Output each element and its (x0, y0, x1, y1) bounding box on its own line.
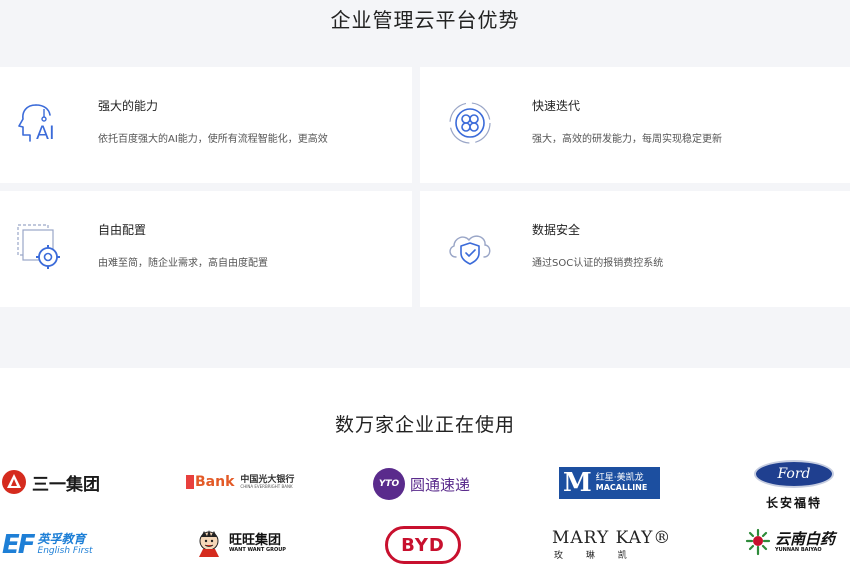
advantages-section: 企业管理云平台优势 AI 强大的能力 依托百度强大的AI能力，使所有流程智能化，… (0, 0, 850, 368)
logo-text: 旺旺集团 (229, 533, 282, 549)
card-title: 强大的能力 (98, 99, 159, 113)
advantage-card-iterate: 快速迭代 强大，高效的研发能力，每周实现稳定更新 (420, 67, 850, 183)
logo-sany: 三一集团 (0, 468, 100, 496)
logo-text: 英孚教育 (37, 532, 86, 547)
card-description: 依托百度强大的AI能力，使所有流程智能化，更高效 (98, 134, 328, 145)
logo-text: 圆通速递 (410, 475, 471, 494)
logo-subtext: 玫 琳 凯 (554, 551, 637, 561)
logo-text: 三一集团 (32, 474, 100, 495)
byd-oval-icon: BYD (385, 526, 461, 564)
advantage-card-security: 数据安全 通过SOC认证的报销费控系统 (420, 191, 850, 307)
ford-oval-icon: Ford (754, 460, 834, 488)
advantages-title: 企业管理云平台优势 (330, 8, 520, 32)
logo-subtext: English First (37, 545, 93, 556)
want-want-mascot-icon (199, 530, 219, 557)
logo-ef: EF 英孚教育 English First (2, 530, 93, 560)
logo-macalline: M 红星·美凯龙 MACALLINE (559, 467, 660, 499)
yto-mark-icon: YTO (373, 468, 405, 500)
logo-subtext: WANT WANT GROUP (229, 547, 286, 554)
advantage-card-ai: AI 强大的能力 依托百度强大的AI能力，使所有流程智能化，更高效 (0, 67, 412, 183)
card-title: 数据安全 (532, 223, 581, 237)
card-description: 通过SOC认证的报销费控系统 (532, 258, 664, 269)
customers-title: 数万家企业正在使用 (334, 414, 515, 436)
logo-yto: YTO 圆通速递 (373, 468, 470, 500)
bank-mark-icon (186, 475, 194, 489)
logo-subtext: 长安福特 (765, 496, 822, 510)
advantage-card-config: 自由配置 由难至简，随企业需求，高自由度配置 (0, 191, 412, 307)
ef-mark-icon: EF (2, 530, 36, 560)
config-gear-icon (14, 221, 66, 273)
logo-want-want: 旺旺集团 WANT WANT GROUP (193, 529, 286, 559)
cloud-shield-icon (444, 221, 496, 273)
logo-yunnan-baiyao: 云南白药 YUNNAN BAIYAO (745, 528, 835, 556)
logo-mary-kay: MARY KAY® 玫 琳 凯 (552, 528, 671, 561)
iterate-icon (444, 97, 496, 149)
logo-text: Bank (195, 474, 235, 490)
yunnan-baiyao-emblem-icon (745, 528, 771, 556)
card-title: 自由配置 (98, 223, 147, 237)
logo-text: MACALLINE (595, 482, 648, 492)
macalline-mark-icon: M (563, 468, 592, 498)
logo-subtext: YUNNAN BAIYAO (775, 546, 822, 553)
logo-text: MARY KAY® (552, 528, 672, 548)
logo-changan-ford: Ford 长安福特 (754, 460, 834, 511)
ai-head-icon: AI (14, 97, 66, 149)
card-description: 强大，高效的研发能力，每周实现稳定更新 (532, 134, 722, 145)
logo-everbright-bank: Bank 中国光大银行 CHINA EVERBRIGHT BANK (186, 474, 294, 490)
sany-mark-icon (2, 470, 26, 494)
logo-text: 云南白药 (775, 530, 836, 548)
card-description: 由难至简，随企业需求，高自由度配置 (98, 258, 268, 269)
logo-subtext-en: CHINA EVERBRIGHT BANK (240, 483, 293, 489)
card-title: 快速迭代 (532, 99, 581, 113)
logo-byd: BYD (385, 526, 461, 564)
svg-text:AI: AI (36, 122, 55, 144)
